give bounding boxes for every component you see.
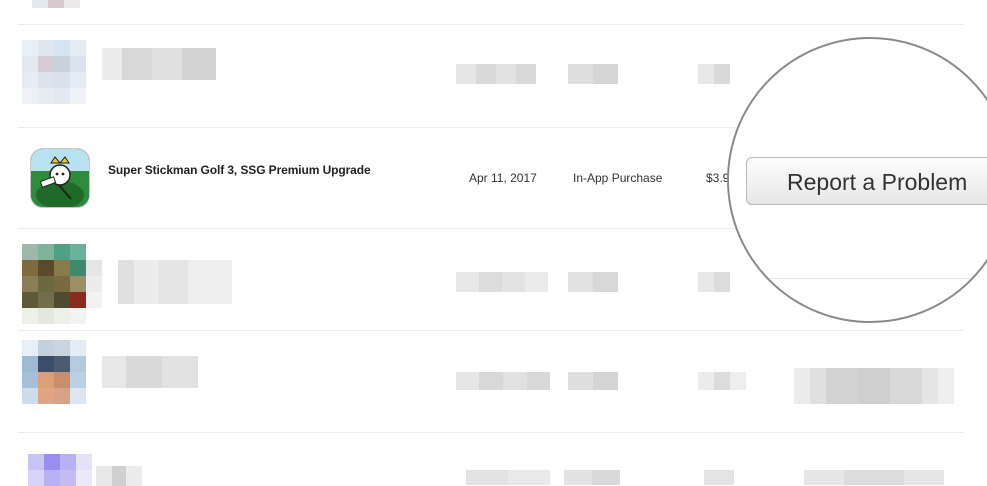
blurred-price [698,64,730,84]
blurred-app-icon [22,340,86,404]
purchase-app-name: Super Stickman Golf 3, SSG Premium Upgra… [108,163,371,177]
purchase-price: $3.9 [706,171,730,185]
blurred-type [568,64,618,84]
blurred-price [698,272,730,292]
blurred-date [456,64,536,84]
blurred-type [568,272,618,292]
blurred-type [568,372,618,390]
blurred-app-icon [22,244,102,324]
blurred-date [466,470,550,485]
row-separator [762,278,987,279]
blurred-app-icon [22,40,86,104]
blurred-date [456,272,548,292]
magnifier-lens: Report a Problem [727,37,987,323]
blurred-report-button[interactable] [804,470,944,485]
blurred-app-name [102,48,216,80]
row-separator [18,432,964,433]
blurred-report-button[interactable] [794,368,954,404]
report-problem-button[interactable]: Report a Problem [746,157,987,205]
blurred-app-name [102,356,198,388]
blurred-type [564,470,620,485]
blurred-app-name [118,260,232,304]
blurred-price [704,470,734,485]
purchase-date: Apr 11, 2017 [469,171,537,185]
purchase-type: In-App Purchase [573,171,663,185]
row-separator [18,330,964,331]
blurred-app-icon [32,0,80,8]
golf-game-app-icon [31,149,89,207]
blurred-date [456,372,550,390]
blurred-app-icon [28,454,92,486]
row-separator [18,24,964,25]
blurred-app-name [96,466,142,486]
blurred-price [698,372,746,390]
